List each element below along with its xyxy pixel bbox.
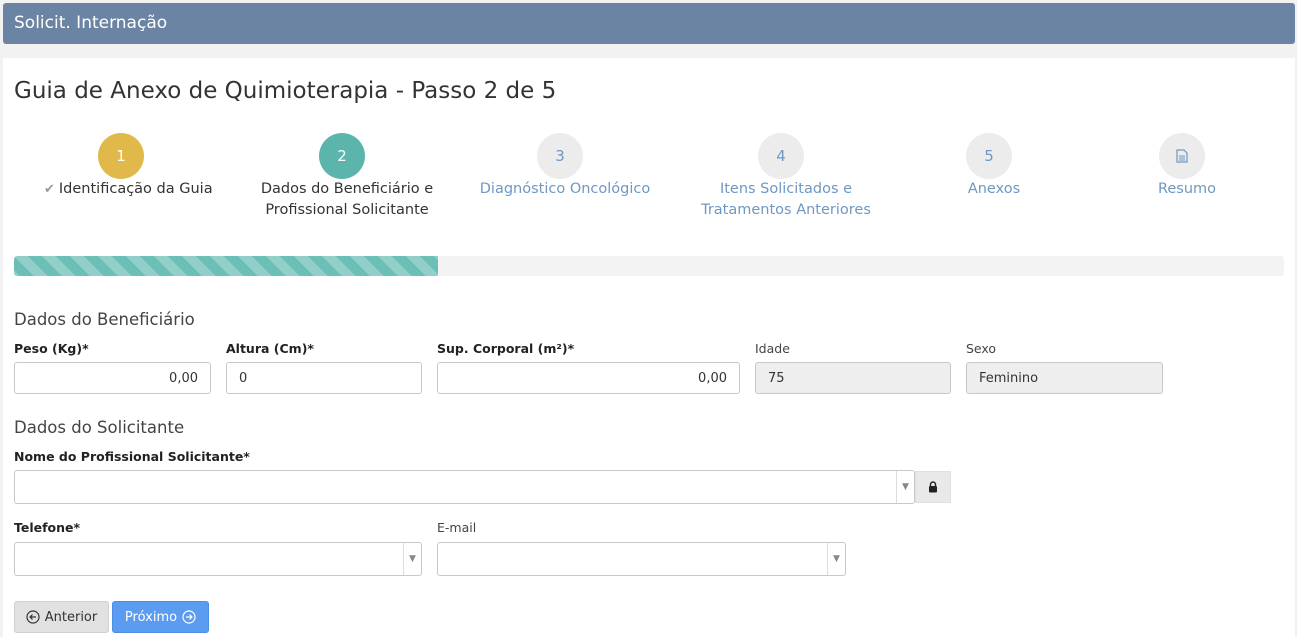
page-title: Guia de Anexo de Quimioterapia - Passo 2… <box>14 78 557 104</box>
arrow-right-circle-icon <box>182 610 196 624</box>
anterior-label: Anterior <box>44 609 98 625</box>
peso-label: Peso (Kg)* <box>14 341 89 356</box>
altura-input[interactable]: 0 <box>226 362 422 394</box>
chevron-down-icon[interactable]: ▼ <box>896 471 914 503</box>
altura-label: Altura (Cm)* <box>226 341 314 356</box>
document-icon <box>1176 149 1188 163</box>
proximo-label: Próximo <box>124 609 178 625</box>
step-3-circle[interactable]: 3 <box>537 133 583 179</box>
lock-icon <box>929 481 937 493</box>
email-select[interactable]: ▼ <box>437 542 846 576</box>
idade-label: Idade <box>755 341 790 356</box>
wizard-progress-bar <box>14 256 1284 276</box>
step-2-circle[interactable]: 2 <box>319 133 365 179</box>
sexo-field: Feminino <box>966 362 1163 394</box>
progress-fill <box>14 256 439 276</box>
step-5-circle[interactable]: 5 <box>966 133 1012 179</box>
beneficiario-section-title: Dados do Beneficiário <box>14 310 195 329</box>
peso-input[interactable]: 0,00 <box>14 362 211 394</box>
solicitante-section-title: Dados do Solicitante <box>14 418 185 437</box>
check-icon: ✔ <box>44 182 55 197</box>
proximo-button[interactable]: Próximo <box>112 601 209 633</box>
nome-profissional-label: Nome do Profissional Solicitante* <box>14 449 250 464</box>
anterior-button[interactable]: Anterior <box>14 601 109 633</box>
arrow-left-circle-icon <box>26 610 40 624</box>
nome-profissional-select[interactable]: ▼ <box>14 470 915 504</box>
step-1-circle[interactable]: 1 <box>98 133 144 179</box>
step-2-label[interactable]: Dados do Beneficiário e Profissional Sol… <box>242 179 452 221</box>
chevron-down-icon[interactable]: ▼ <box>827 543 845 575</box>
step-3-label[interactable]: Diagnóstico Oncológico <box>475 179 655 200</box>
telefone-select[interactable]: ▼ <box>14 542 422 576</box>
sexo-label: Sexo <box>966 341 997 356</box>
sup-corporal-input[interactable]: 0,00 <box>437 362 740 394</box>
lock-button[interactable] <box>915 471 951 503</box>
step-5-label[interactable]: Anexos <box>944 179 1044 200</box>
idade-field: 75 <box>755 362 951 394</box>
step-4-circle[interactable]: 4 <box>758 133 804 179</box>
app-title: Solicit. Internação <box>14 13 168 33</box>
sup-corporal-label: Sup. Corporal (m²)* <box>437 341 575 356</box>
step-resumo-circle[interactable] <box>1159 133 1205 179</box>
step-4-label[interactable]: Itens Solicitados e Tratamentos Anterior… <box>686 179 886 221</box>
telefone-label: Telefone* <box>14 520 81 535</box>
step-1-label[interactable]: ✔ Identificação da Guia <box>44 179 214 200</box>
step-resumo-label[interactable]: Resumo <box>1137 179 1237 200</box>
app-header: Solicit. Internação <box>3 3 1295 44</box>
chevron-down-icon[interactable]: ▼ <box>403 543 421 575</box>
email-label: E-mail <box>437 520 477 535</box>
